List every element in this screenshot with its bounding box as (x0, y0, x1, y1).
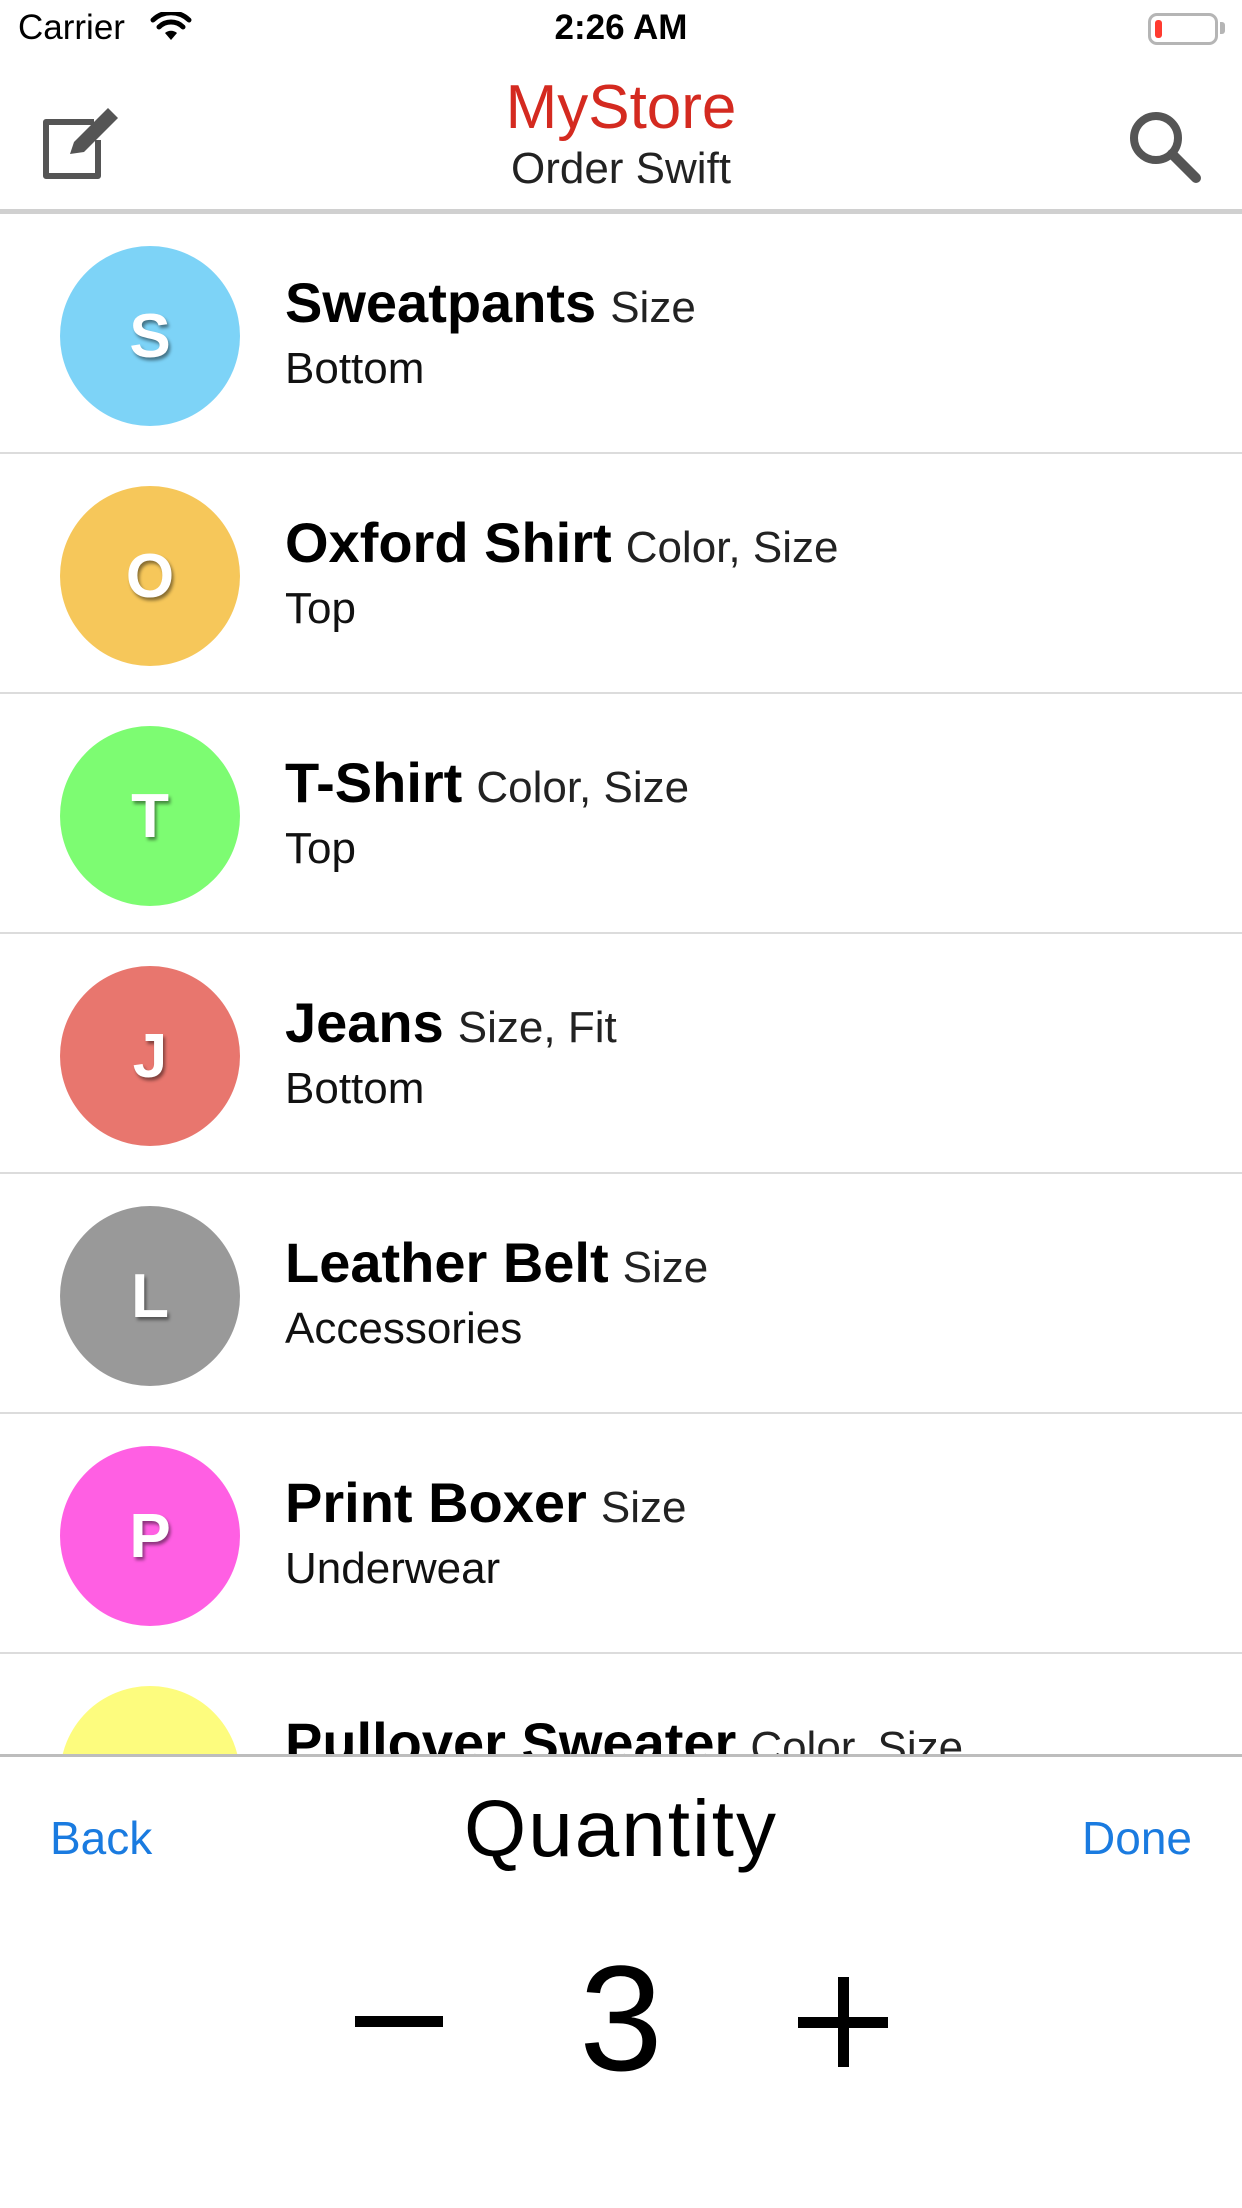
product-row[interactable]: S Sweatpants Size Bottom (0, 214, 1242, 454)
product-options: Color, Size (625, 523, 839, 572)
done-button[interactable]: Done (1082, 1811, 1192, 1865)
product-category: Underwear (285, 1544, 501, 1593)
product-row[interactable]: P Pullover Sweater Color, Size (0, 1654, 1242, 1754)
product-row[interactable]: L Leather Belt Size Accessories (0, 1174, 1242, 1414)
product-category: Top (285, 584, 356, 633)
app-title: MyStore (505, 73, 737, 142)
product-name: Sweatpants (285, 271, 597, 334)
product-options: Color, Size (476, 763, 690, 812)
battery-level (1155, 20, 1162, 38)
product-options: Size, Fit (457, 1003, 617, 1052)
search-button[interactable] (1120, 102, 1210, 192)
product-options: Color, Size (750, 1723, 964, 1754)
product-title: Leather Belt Size (285, 1230, 708, 1295)
product-avatar: L (60, 1206, 240, 1386)
product-category: Accessories (285, 1304, 523, 1353)
product-name: T-Shirt (285, 751, 463, 814)
navigation-bar: MyStore Order Swift (0, 60, 1242, 210)
product-category: Bottom (285, 344, 425, 393)
product-avatar: O (60, 486, 240, 666)
product-options: Size (622, 1243, 709, 1292)
product-name: Oxford Shirt (285, 511, 612, 574)
quantity-value: 3 (579, 1934, 663, 2102)
app-subtitle: Order Swift (510, 144, 732, 193)
product-title: T-Shirt Color, Size (285, 750, 689, 815)
product-title: Oxford Shirt Color, Size (285, 510, 838, 575)
product-title: Pullover Sweater Color, Size (285, 1710, 963, 1754)
product-title: Jeans Size, Fit (285, 990, 617, 1055)
battery-nub (1220, 22, 1225, 34)
product-avatar: P (60, 1686, 240, 1754)
product-category: Top (285, 824, 356, 873)
product-options: Size (610, 283, 696, 332)
product-name: Pullover Sweater (285, 1711, 737, 1754)
product-title: Sweatpants Size (285, 270, 696, 335)
status-time: 2:26 AM (554, 8, 688, 47)
product-row[interactable]: O Oxford Shirt Color, Size Top (0, 454, 1242, 694)
product-avatar: P (60, 1446, 240, 1626)
quantity-picker: Back Quantity Done 3 (0, 1754, 1242, 2208)
product-category: Bottom (285, 1064, 425, 1113)
product-row[interactable]: J Jeans Size, Fit Bottom (0, 934, 1242, 1174)
battery-icon (1148, 13, 1218, 45)
product-row[interactable]: T T-Shirt Color, Size Top (0, 694, 1242, 934)
product-avatar: T (60, 726, 240, 906)
product-avatar: J (60, 966, 240, 1146)
product-name: Jeans (285, 991, 444, 1054)
product-name: Leather Belt (285, 1231, 609, 1294)
product-options: Size (600, 1483, 687, 1532)
status-bar: Carrier 2:26 AM (0, 0, 1242, 60)
product-name: Print Boxer (285, 1471, 587, 1534)
product-avatar: S (60, 246, 240, 426)
product-row[interactable]: P Print Boxer Size Underwear (0, 1414, 1242, 1654)
search-icon (1130, 112, 1201, 183)
product-title: Print Boxer Size (285, 1470, 686, 1535)
product-list: S Sweatpants Size Bottom O Oxford Shirt Color,… (0, 214, 1242, 1754)
picker-title: Quantity (464, 1784, 778, 1873)
increment-button[interactable] (798, 1977, 888, 2067)
